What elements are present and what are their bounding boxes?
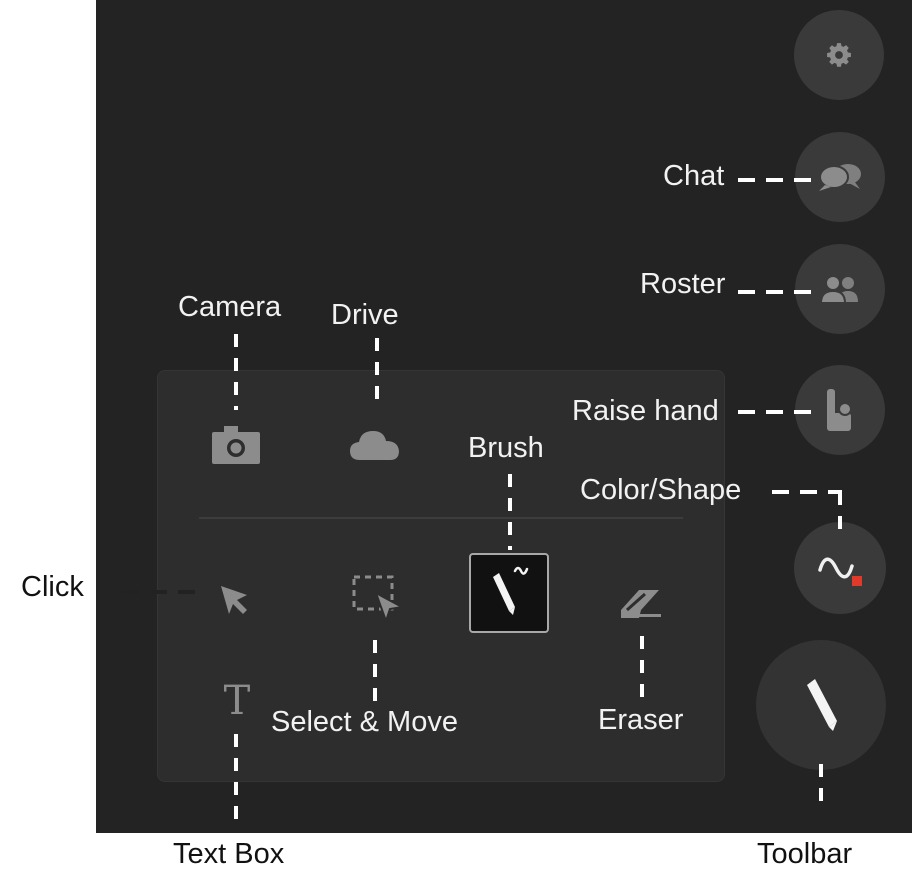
brush-leader-line [508,474,512,550]
settings-button[interactable] [794,10,884,100]
brush-label: Brush [468,432,544,464]
chat-button[interactable] [795,132,885,222]
brush-icon [493,566,529,615]
color-shape-label: Color/Shape [580,474,742,506]
select-move-tool-button[interactable] [345,566,407,628]
toolbar-button[interactable] [756,640,886,770]
raise-hand-icon [827,389,852,431]
brush-tool-button[interactable] [469,553,549,633]
select-move-icon [352,575,404,625]
color-shape-icon [818,557,862,586]
chat-bubbles-icon [819,164,861,191]
text-box-label: Text Box [173,838,285,870]
roster-button[interactable] [795,244,885,334]
color-shape-leader-drop [838,492,842,536]
select-move-leader-line [373,640,377,708]
text-box-icon: T [223,678,251,724]
roster-label: Roster [640,268,726,300]
toolbar-brush-icon [807,679,837,731]
text-box-leader-line [234,734,238,826]
camera-label: Camera [178,291,282,323]
roster-leader-line [738,290,816,294]
cursor-arrow-icon [221,586,247,614]
camera-button[interactable] [206,420,266,470]
click-label: Click [21,571,84,603]
drive-leader-line [375,338,379,410]
camera-icon [212,426,260,464]
eraser-label: Eraser [598,704,684,736]
drive-label: Drive [331,299,399,331]
chat-leader-line [738,178,816,182]
eraser-icon [621,590,661,618]
gear-icon [827,43,851,67]
panel-divider [199,517,683,519]
roster-icon [819,275,858,304]
select-move-label: Select & Move [271,706,458,738]
toolbar-leader-line [819,764,823,806]
eraser-tool-button[interactable] [612,578,668,628]
click-tool-button[interactable] [210,575,260,625]
raise-hand-label: Raise hand [572,395,719,427]
text-box-tool-button[interactable]: T [212,676,262,726]
toolbar-label: Toolbar [757,838,853,870]
raise-hand-leader-line [738,410,816,414]
eraser-leader-line [640,636,644,704]
chat-label: Chat [663,160,725,192]
cloud-drive-icon [350,431,399,460]
click-leader-line-outer [122,590,196,594]
drive-button[interactable] [345,425,405,465]
color-shape-leader-line [772,490,842,494]
camera-leader-line [234,334,238,410]
